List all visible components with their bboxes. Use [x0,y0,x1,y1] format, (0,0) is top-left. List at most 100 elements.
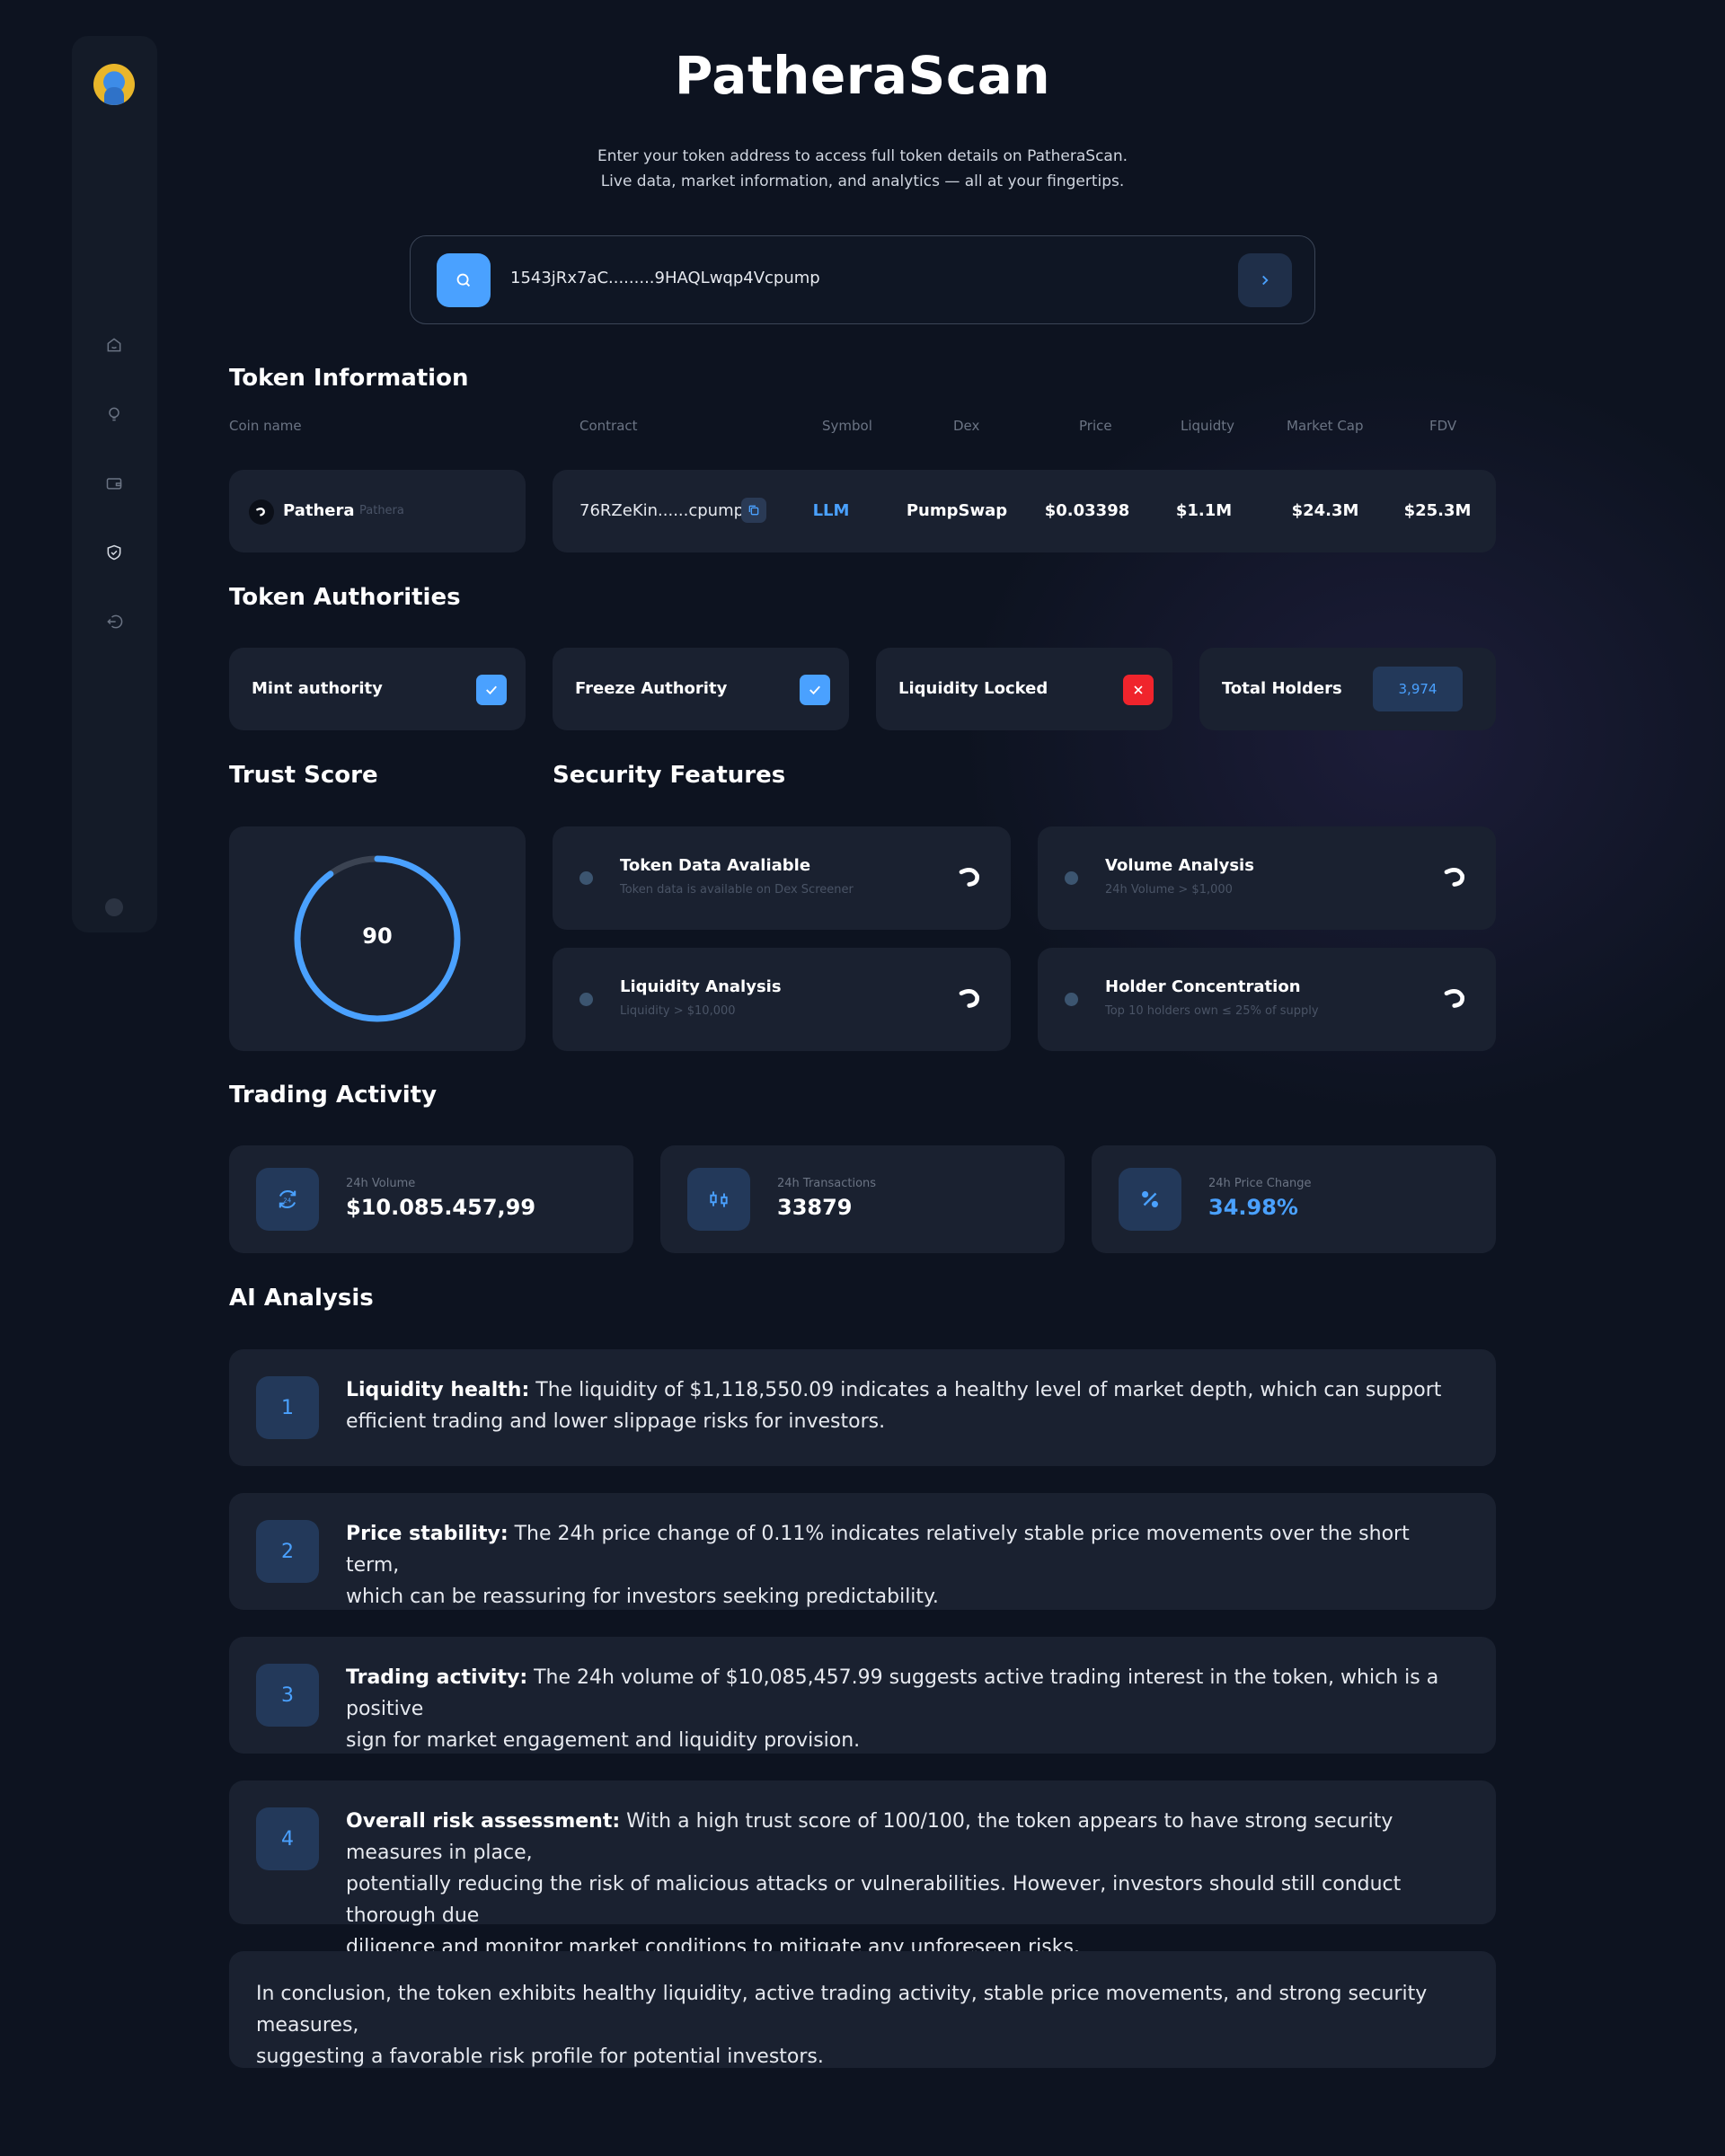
feature-title: Holder Concentration [1105,977,1301,996]
ai-item-number: 4 [256,1807,319,1870]
liquidity-locked-label: Liquidity Locked [898,679,1048,698]
mint-authority-card: Mint authority [229,648,526,730]
ai-item-number: 1 [256,1376,319,1439]
status-dot [1065,993,1078,1006]
pathera-mark-icon [955,862,986,893]
check-icon [486,685,497,695]
ai-item-heading: Trading activity: [346,1666,528,1689]
status-dot [1065,871,1078,885]
ai-item-text: Trading activity: The 24h volume of $10,… [346,1662,1460,1756]
page-subtitle: Enter your token address to access full … [0,144,1725,194]
col-fdv: FDV [1429,418,1457,434]
ai-item-number: 2 [256,1520,319,1583]
shield-check-icon[interactable] [104,543,124,562]
copy-button[interactable] [741,498,766,523]
token-price: $0.03398 [1044,501,1130,520]
coin-ticker: Pathera [359,504,404,517]
trust-score-title: Trust Score [229,762,378,789]
liquidity-locked-card: Liquidity Locked [876,648,1172,730]
security-features-title: Security Features [553,762,786,789]
liquidity-locked-status [1123,675,1154,705]
search-button[interactable] [437,253,491,307]
logout-icon[interactable] [104,612,124,632]
ai-item-text: Liquidity health: The liquidity of $1,11… [346,1374,1460,1437]
ai-item-text: Price stability: The 24h price change of… [346,1518,1460,1613]
page-title: PatheraScan [674,45,1051,106]
volume-value: $10.085.457,99 [346,1195,536,1220]
pathera-mark-icon [955,984,986,1014]
freeze-authority-status [800,675,830,705]
ai-line-1: Overall risk assessment: With a high tru… [346,1810,1393,1864]
feature-holder-concentration: Holder Concentration Top 10 holders own … [1038,948,1496,1051]
ai-item-liquidity: 1 Liquidity health: The liquidity of $1,… [229,1349,1496,1466]
ai-item-heading: Liquidity health: [346,1379,530,1401]
submit-button[interactable] [1238,253,1292,307]
feature-title: Liquidity Analysis [620,977,782,996]
transactions-card: 24h Transactions 33879 [660,1145,1065,1253]
total-holders-value: 3,974 [1373,667,1463,711]
ai-line-2: efficient trading and lower slippage ris… [346,1410,886,1433]
home-icon[interactable] [104,335,124,355]
price-change-value: 34.98% [1208,1195,1298,1220]
ai-line-1: Liquidity health: The liquidity of $1,11… [346,1379,1442,1401]
trading-activity-title: Trading Activity [229,1082,438,1109]
contract-address[interactable]: 76RZeKin......cpump [579,501,744,520]
feature-token-data: Token Data Avaliable Token data is avail… [553,826,1011,930]
ai-item-trading-activity: 3 Trading activity: The 24h volume of $1… [229,1637,1496,1754]
feature-liquidity-analysis: Liquidity Analysis Liquidity > $10,000 [553,948,1011,1051]
total-holders-card: Total Holders 3,974 [1199,648,1496,730]
ai-line-2: which can be reassuring for investors se… [346,1586,939,1608]
mint-authority-label: Mint authority [252,679,383,698]
subtitle-line-2: Live data, market information, and analy… [600,172,1125,190]
pathera-mark-icon [1440,862,1471,893]
conclusion-text: In conclusion, the token exhibits health… [256,1978,1469,2072]
refresh-24h-icon: 24 [256,1168,319,1231]
ai-item-text: Overall risk assessment: With a high tru… [346,1806,1460,1963]
copy-icon [748,505,759,516]
ai-item-heading: Price stability: [346,1523,509,1545]
total-holders-label: Total Holders [1222,679,1342,698]
search-bar[interactable]: 1543jRx7aC.........9HAQLwqp4Vcpump [410,235,1315,324]
col-price: Price [1079,418,1112,434]
lightbulb-icon[interactable] [104,404,124,424]
pathera-mark-icon [1440,984,1471,1014]
price-change-card: 24h Price Change 34.98% [1092,1145,1496,1253]
ai-analysis-title: AI Analysis [229,1285,374,1312]
freeze-authority-label: Freeze Authority [575,679,728,698]
feature-title: Volume Analysis [1105,856,1254,875]
wallet-icon[interactable] [104,473,124,493]
token-fdv: $25.3M [1403,501,1472,520]
token-liquidity: $1.1M [1175,501,1233,520]
conclusion-line-2: suggesting a favorable risk profile for … [256,2046,824,2068]
feature-description: 24h Volume > $1,000 [1105,883,1233,897]
ai-line-2: sign for market engagement and liquidity… [346,1729,861,1752]
candlestick-icon [687,1168,750,1231]
check-icon [809,685,820,695]
col-dex: Dex [953,418,980,434]
coin-name-card: Pathera Pathera [229,470,526,552]
freeze-authority-card: Freeze Authority [553,648,849,730]
ai-item-risk-assessment: 4 Overall risk assessment: With a high t… [229,1780,1496,1958]
settings-dot[interactable] [105,898,123,916]
ai-conclusion: In conclusion, the token exhibits health… [229,1951,1496,2068]
col-market-cap: Market Cap [1287,418,1364,434]
search-input[interactable]: 1543jRx7aC.........9HAQLwqp4Vcpump [510,269,820,287]
percent-icon [1119,1168,1181,1231]
status-dot [579,993,593,1006]
trust-score-value: 90 [362,923,393,949]
ai-line-1: Price stability: The 24h price change of… [346,1523,1410,1577]
ai-item-number: 3 [256,1664,319,1727]
volume-card: 24 24h Volume $10.085.457,99 [229,1145,633,1253]
coin-name: Pathera [283,501,355,520]
token-market-cap: $24.3M [1291,501,1359,520]
svg-text:24: 24 [283,1197,291,1205]
token-info-title: Token Information [229,365,469,392]
pathera-logo-icon [249,499,274,525]
conclusion-line-1: In conclusion, the token exhibits health… [256,1983,1428,2037]
subtitle-line-1: Enter your token address to access full … [597,147,1128,165]
ai-item-heading: Overall risk assessment: [346,1810,621,1833]
feature-description: Top 10 holders own ≤ 25% of supply [1105,1004,1319,1018]
feature-title: Token Data Avaliable [620,856,811,875]
status-dot [579,871,593,885]
col-liquidity: Liquidty [1181,418,1234,434]
